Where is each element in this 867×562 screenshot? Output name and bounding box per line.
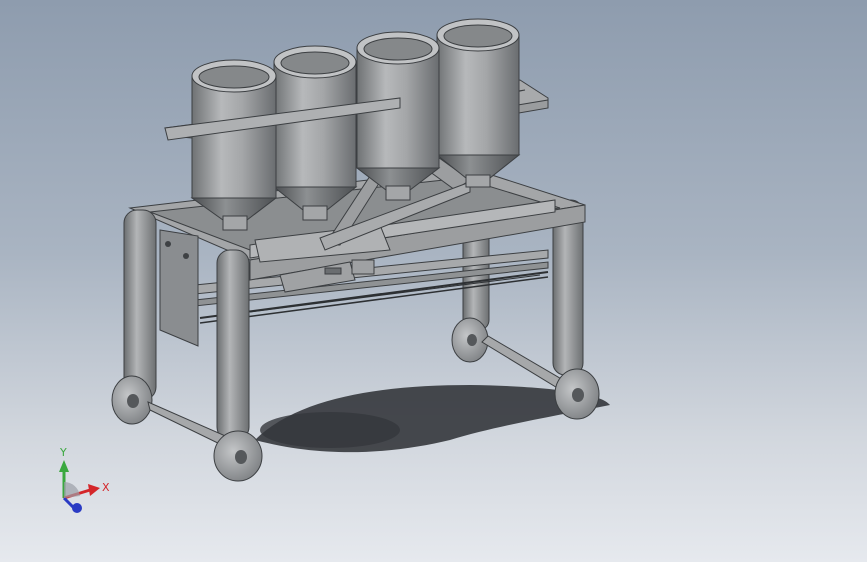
hopper-2 xyxy=(272,45,358,221)
hopper-1 xyxy=(190,59,278,231)
bolt-hole xyxy=(165,241,171,247)
left-side-plate xyxy=(159,229,199,347)
back-wheel-right xyxy=(554,368,600,420)
x-axis-label: X xyxy=(102,481,110,494)
floor-shadow-part xyxy=(260,412,400,448)
hopper-3 xyxy=(355,31,441,201)
coordinate-triad-icon: Y X xyxy=(59,446,110,513)
front-left-leg xyxy=(123,209,157,401)
front-right-leg xyxy=(216,249,250,441)
hopper-cart-model[interactable] xyxy=(0,0,867,562)
y-arrowhead xyxy=(59,460,69,472)
x-arrowhead xyxy=(88,484,100,496)
y-axis-label: Y xyxy=(59,446,67,459)
hopper-4 xyxy=(435,18,521,188)
back-wheel-left xyxy=(451,317,489,363)
front-wheel-left xyxy=(111,375,153,425)
z-arrowhead xyxy=(72,503,82,513)
front-wheel-right xyxy=(213,430,263,482)
triad-plane xyxy=(64,481,80,498)
bolt-hole xyxy=(183,253,189,259)
cad-graphics-area[interactable]: Y X xyxy=(0,0,867,562)
